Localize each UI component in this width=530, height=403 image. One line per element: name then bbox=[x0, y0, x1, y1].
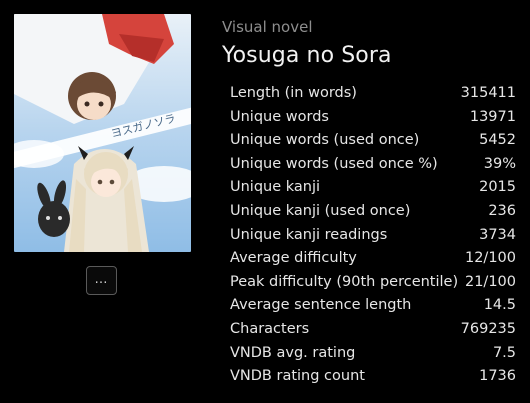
stat-label: Unique kanji bbox=[230, 179, 321, 196]
stat-label: Average difficulty bbox=[230, 250, 357, 267]
stat-label: Characters bbox=[230, 320, 310, 337]
stat-value: 315411 bbox=[460, 85, 516, 101]
stat-value: 21/100 bbox=[464, 273, 516, 290]
stat-row-average-sentence-length: Average sentence length 14.5 bbox=[230, 294, 516, 318]
stat-label: Peak difficulty (90th percentile) bbox=[230, 273, 459, 290]
stat-value: 2015 bbox=[479, 179, 516, 196]
stat-label: Unique words (used once %) bbox=[230, 155, 438, 172]
stat-label: Unique words (used once) bbox=[230, 132, 420, 149]
stat-value: 1736 bbox=[479, 368, 516, 385]
stat-label: Unique kanji readings bbox=[230, 226, 388, 243]
cover-art: ヨスガノソラ bbox=[14, 14, 191, 252]
stat-value: 14.5 bbox=[483, 297, 516, 314]
stat-value: 5452 bbox=[479, 132, 516, 149]
info-panel: Visual novel Yosuga no Sora Length (in w… bbox=[222, 14, 522, 389]
stat-value: 769235 bbox=[460, 320, 516, 337]
stat-value: 236 bbox=[488, 202, 516, 219]
stat-row-vndb-rating-count: VNDB rating count 1736 bbox=[230, 365, 516, 389]
stat-row-unique-words-once: Unique words (used once) 5452 bbox=[230, 129, 516, 153]
stat-row-unique-kanji-once: Unique kanji (used once) 236 bbox=[230, 200, 516, 224]
stat-value: 12/100 bbox=[464, 250, 516, 267]
stat-value: 39% bbox=[483, 155, 516, 172]
stat-row-vndb-rating: VNDB avg. rating 7.5 bbox=[230, 342, 516, 366]
stat-value: 13971 bbox=[469, 108, 516, 125]
stat-label: Length (in words) bbox=[230, 85, 357, 101]
more-options-button[interactable]: … bbox=[86, 266, 117, 295]
stat-row-unique-kanji-readings: Unique kanji readings 3734 bbox=[230, 224, 516, 248]
stat-row-unique-words: Unique words 13971 bbox=[230, 106, 516, 130]
stat-row-unique-words-once-pct: Unique words (used once %) 39% bbox=[230, 153, 516, 177]
stat-row-average-difficulty: Average difficulty 12/100 bbox=[230, 247, 516, 271]
stat-label: Unique kanji (used once) bbox=[230, 202, 411, 219]
stat-value: 3734 bbox=[479, 226, 516, 243]
stat-row-unique-kanji: Unique kanji 2015 bbox=[230, 176, 516, 200]
stat-label: Unique words bbox=[230, 108, 329, 125]
stat-value: 7.5 bbox=[492, 344, 516, 361]
cover-image[interactable]: ヨスガノソラ bbox=[14, 14, 191, 252]
stat-label: VNDB avg. rating bbox=[230, 344, 356, 361]
media-category: Visual novel bbox=[222, 18, 313, 36]
stat-label: Average sentence length bbox=[230, 297, 412, 314]
stat-row-peak-difficulty: Peak difficulty (90th percentile) 21/100 bbox=[230, 271, 516, 295]
stats-table: Length (in words) 315411 Unique words 13… bbox=[230, 82, 516, 389]
media-title: Yosuga no Sora bbox=[222, 43, 392, 68]
stat-label: VNDB rating count bbox=[230, 368, 365, 385]
stat-row-length: Length (in words) 315411 bbox=[230, 82, 516, 106]
stat-row-characters: Characters 769235 bbox=[230, 318, 516, 342]
